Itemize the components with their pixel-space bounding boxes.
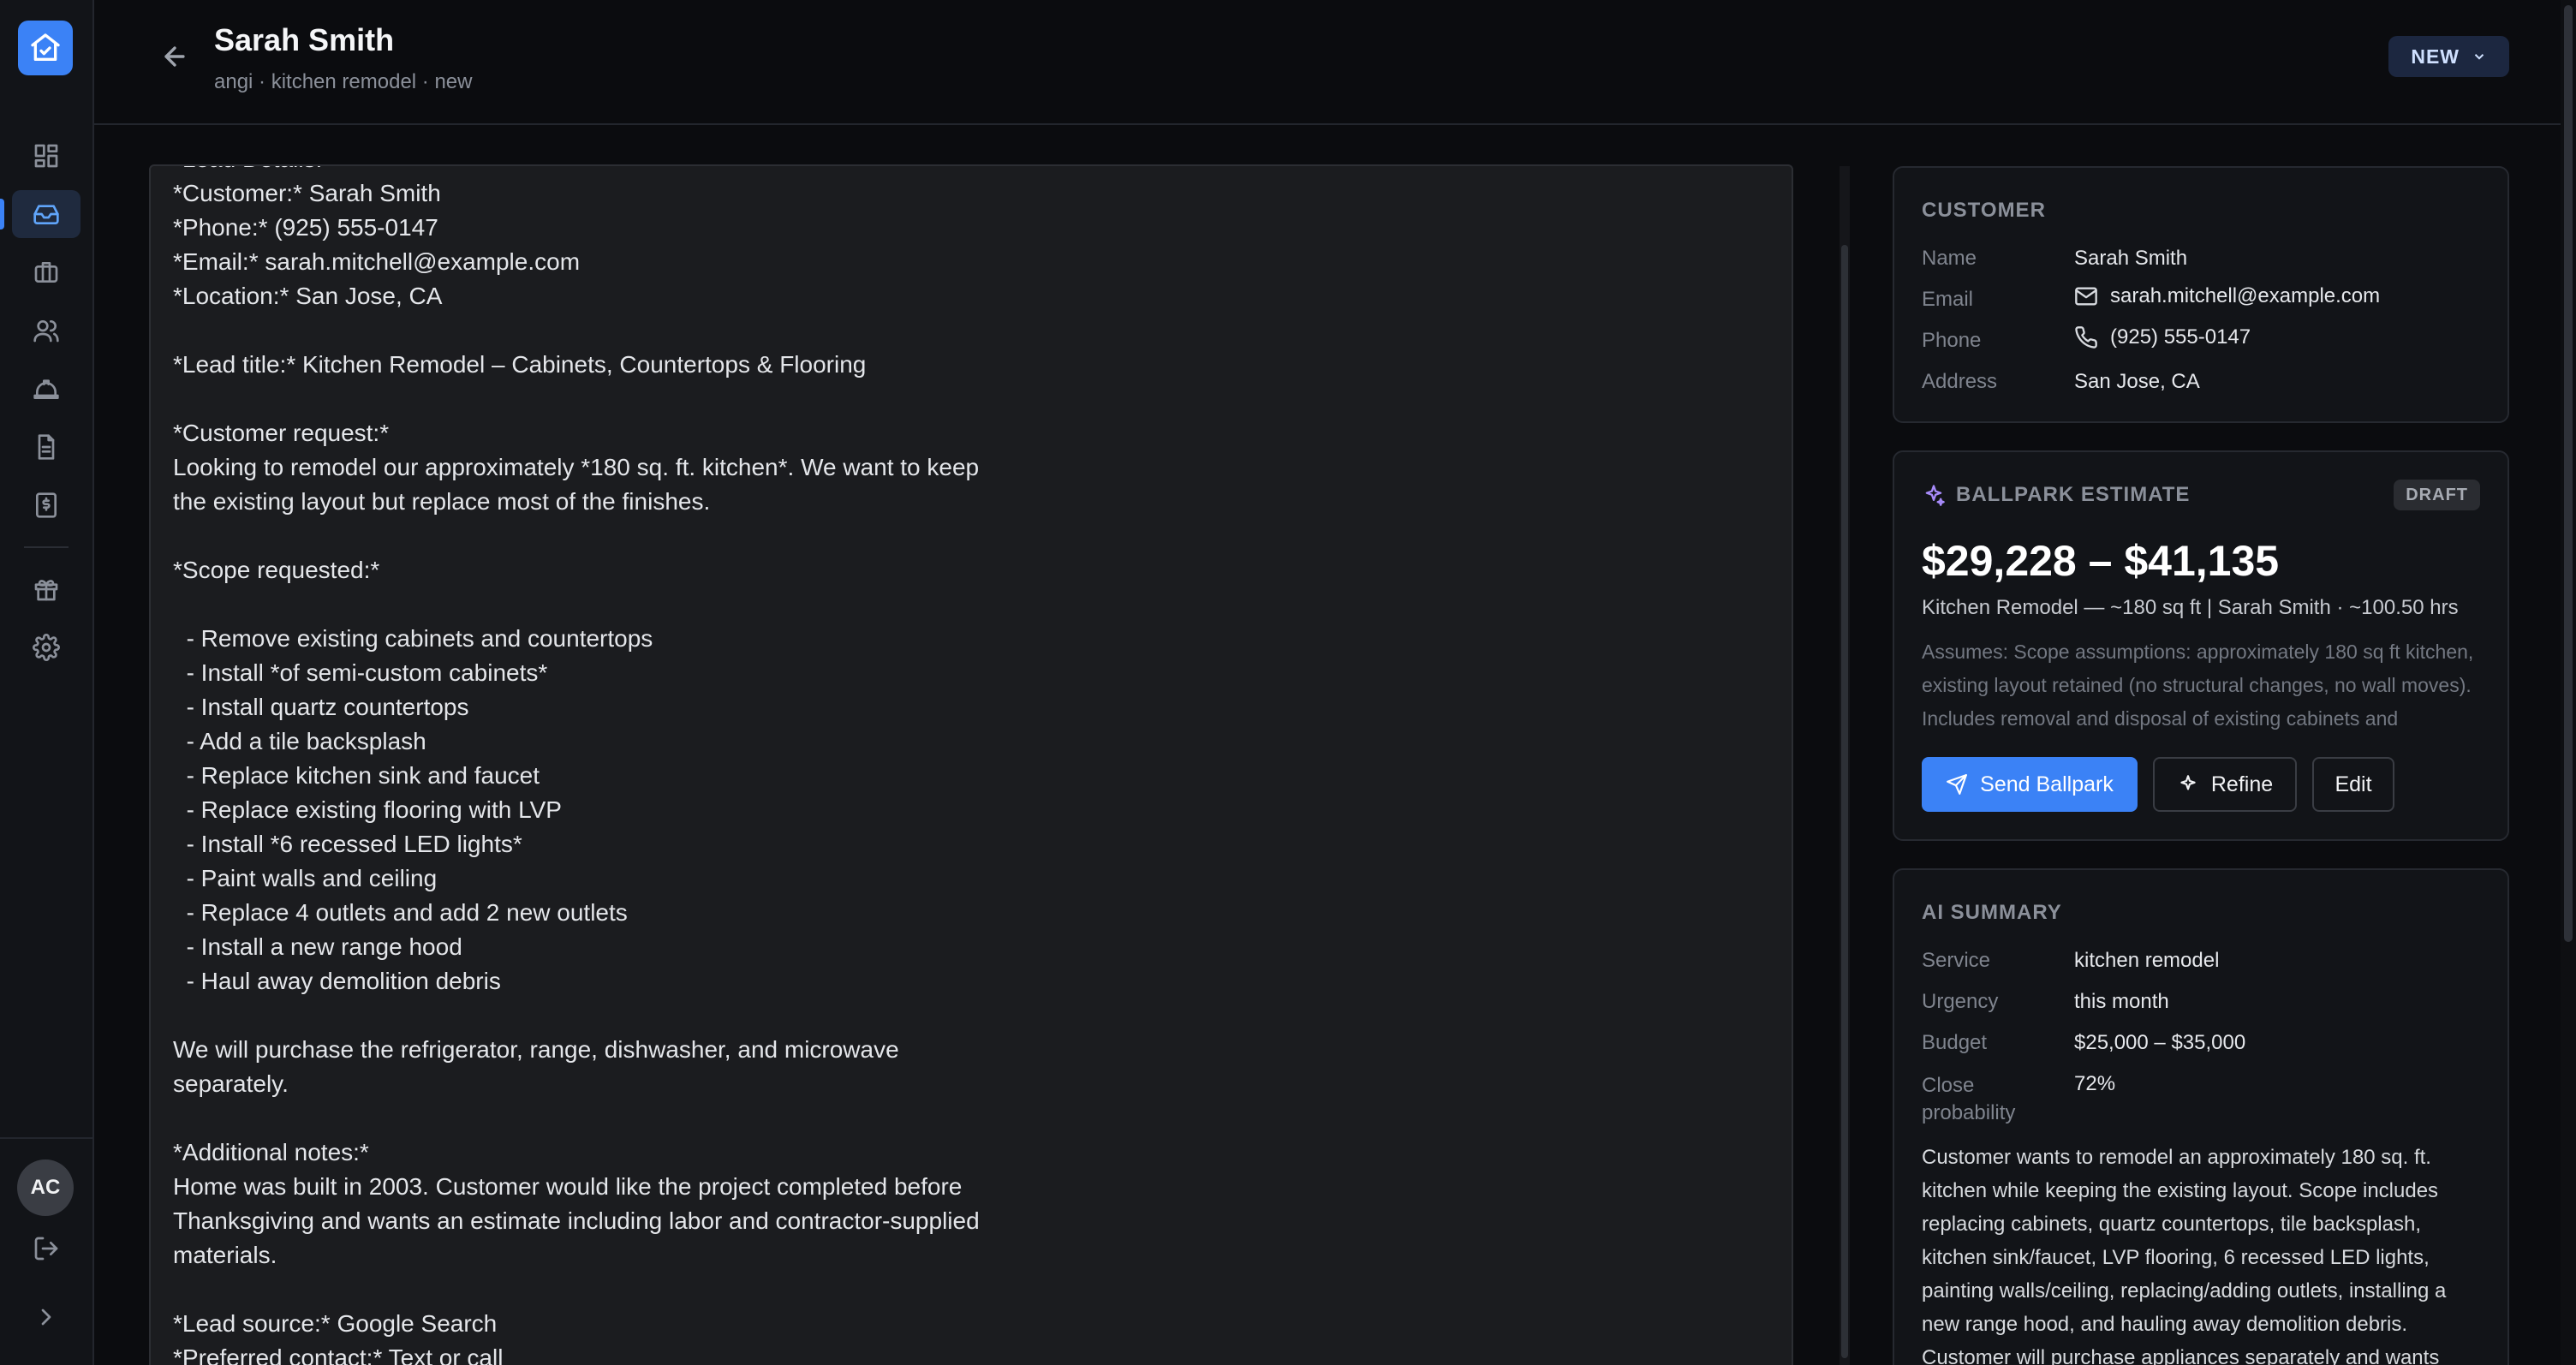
estimate-heading-text: BALLPARK ESTIMATE (1956, 483, 2191, 506)
page-header: Sarah Smith angi · kitchen remodel · new… (94, 0, 2576, 125)
send-icon (1947, 774, 1968, 795)
budget-label: Budget (1922, 1031, 1988, 1054)
page-title: Sarah Smith (214, 22, 395, 57)
customer-phone[interactable]: (925) 555-0147 (2074, 325, 2251, 349)
customer-card: CUSTOMER Name Sarah Smith Email sarah.mi… (1893, 166, 2509, 423)
page-subtitle: angi · kitchen remodel · new (214, 70, 473, 93)
service-label: Service (1922, 949, 1991, 972)
phone-label: Phone (1922, 329, 1982, 352)
dashboard-icon (34, 144, 58, 168)
sidebar-footer-divider (0, 1137, 92, 1139)
customer-address: San Jose, CA (2074, 370, 2200, 394)
customer-email-text: sarah.mitchell@example.com (2110, 284, 2381, 307)
estimate-meta: Kitchen Remodel — ~180 sq ft | Sarah Smi… (1922, 596, 2459, 619)
avatar[interactable]: AC (17, 1159, 74, 1216)
budget-value: $25,000 – $35,000 (2074, 1031, 2245, 1055)
arrow-left-icon (164, 46, 185, 67)
urgency-value-text: this month (2074, 990, 2169, 1013)
phone-icon (2075, 326, 2097, 349)
email-label: Email (1922, 288, 1974, 311)
nav-settings[interactable] (12, 623, 80, 671)
service-value: kitchen remodel (2074, 949, 2219, 973)
refine-button[interactable]: Refine (2153, 757, 2297, 812)
nav-documents[interactable] (12, 423, 80, 471)
nav-referrals[interactable] (12, 565, 80, 613)
gift-icon (34, 580, 58, 601)
close-probability-text: 72% (2074, 1072, 2116, 1095)
logout-button[interactable] (12, 1225, 80, 1273)
mail-icon (2075, 287, 2097, 306)
edit-label: Edit (2334, 772, 2372, 796)
address-label: Address (1922, 370, 1998, 393)
nav-crew[interactable] (12, 365, 80, 413)
nav-jobs[interactable] (12, 248, 80, 296)
page-scrollbar-thumb[interactable] (2564, 5, 2573, 942)
send-ballpark-button[interactable]: Send Ballpark (1922, 757, 2138, 812)
customer-phone-text: (925) 555-0147 (2110, 325, 2251, 349)
close-probability-label: Close probability (1922, 1074, 2016, 1124)
nav-dashboard[interactable] (12, 132, 80, 180)
lead-message-text: *Lead Details:* *Customer:* Sarah Smith … (173, 166, 980, 1365)
status-dropdown[interactable]: NEW (2388, 36, 2509, 77)
customer-name-text: Sarah Smith (2074, 247, 2188, 270)
draft-badge: DRAFT (2394, 480, 2480, 510)
ballpark-estimate-card: BALLPARK ESTIMATE DRAFT $29,228 – $41,13… (1893, 450, 2509, 841)
edit-button[interactable]: Edit (2312, 757, 2394, 812)
ai-summary-card: AI SUMMARY Service kitchen remodel Urgen… (1893, 868, 2509, 1365)
invoice-icon (36, 492, 57, 518)
back-button[interactable] (149, 38, 200, 75)
estimate-assumptions: Assumes: Scope assumptions: approximatel… (1922, 641, 2474, 730)
urgency-value: this month (2074, 990, 2169, 1014)
service-value-text: kitchen remodel (2074, 949, 2220, 972)
briefcase-icon (34, 262, 58, 283)
avatar-initials: AC (30, 1176, 61, 1199)
customer-name: Sarah Smith (2074, 247, 2187, 271)
estimate-heading: BALLPARK ESTIMATE (1922, 483, 2190, 507)
nav-invoices[interactable] (12, 481, 80, 529)
budget-value-text: $25,000 – $35,000 (2074, 1031, 2246, 1054)
lead-scrollbar-thumb[interactable] (1841, 245, 1848, 1358)
ai-summary-heading: AI SUMMARY (1922, 901, 2062, 924)
hard-hat-icon (33, 379, 59, 399)
expand-sidebar-button[interactable] (12, 1293, 80, 1341)
nav-customers[interactable] (12, 307, 80, 355)
refine-label: Refine (2210, 772, 2274, 796)
close-probability-value: 72% (2074, 1072, 2115, 1096)
house-check-icon (31, 33, 60, 62)
document-icon (38, 434, 55, 460)
sidebar: AC (0, 0, 94, 1365)
app-root: AC Sarah Smith angi · kitchen remodel · … (0, 0, 2576, 1365)
logout-icon (34, 1237, 58, 1261)
sparkle-icon (2180, 775, 2196, 790)
estimate-range: $29,228 – $41,135 (1922, 537, 2280, 585)
sparkles-icon (1925, 485, 1945, 506)
chevron-right-icon (41, 1308, 51, 1326)
logo[interactable] (18, 21, 73, 75)
chevron-down-icon (2474, 54, 2484, 60)
inbox-icon (33, 205, 59, 224)
customer-address-text: San Jose, CA (2074, 370, 2200, 393)
nav-inbox[interactable] (0, 190, 80, 238)
ai-summary-text: Customer wants to remodel an approximate… (1922, 1146, 2447, 1365)
customer-email[interactable]: sarah.mitchell@example.com (2074, 284, 2380, 308)
urgency-label: Urgency (1922, 990, 1999, 1013)
lead-message-panel[interactable]: *Lead Details:* *Customer:* Sarah Smith … (149, 164, 1793, 1365)
users-icon (33, 320, 59, 343)
send-ballpark-label: Send Ballpark (1980, 772, 2114, 796)
sidebar-divider (24, 546, 69, 548)
status-label: NEW (2411, 45, 2460, 68)
name-label: Name (1922, 247, 1977, 270)
gear-icon (33, 634, 60, 661)
customer-heading: CUSTOMER (1922, 199, 2046, 222)
